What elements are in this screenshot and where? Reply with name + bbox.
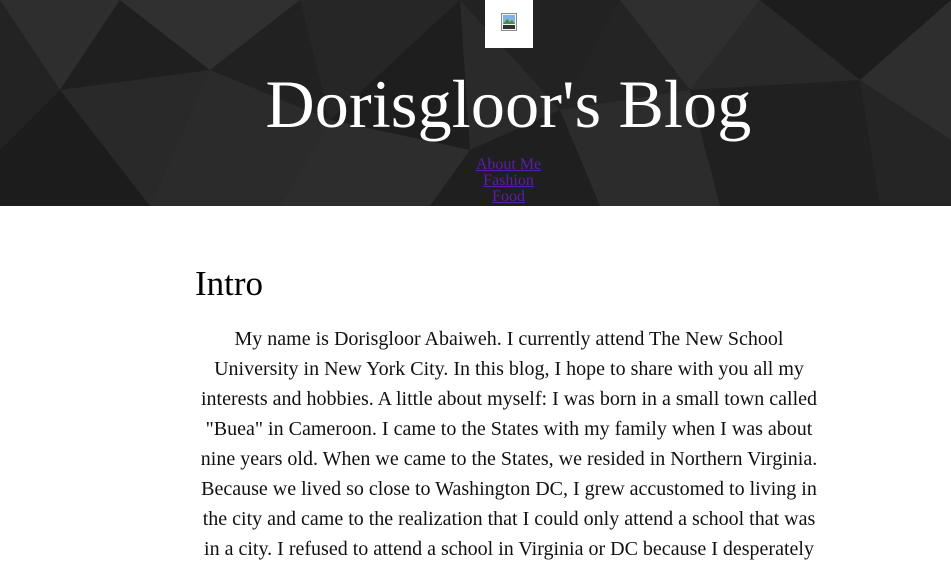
nav-link-fashion[interactable]: Fashion — [0, 173, 951, 189]
site-logo[interactable] — [485, 0, 533, 48]
broken-image-icon — [501, 13, 517, 31]
main-nav: About Me Fashion Food — [0, 157, 951, 205]
intro-paragraph: My name is Dorisgloor Abaiweh. I current… — [200, 328, 818, 560]
main-content: Intro My name is Dorisgloor Abaiweh. I c… — [195, 262, 823, 564]
nav-link-food[interactable]: Food — [0, 189, 951, 205]
nav-link-about-me[interactable]: About Me — [0, 157, 951, 173]
site-title: Dorisgloor's Blog — [265, 66, 752, 142]
section-title: Intro — [195, 264, 264, 303]
site-header: Dorisgloor's Blog About Me Fashion Food — [0, 0, 951, 206]
